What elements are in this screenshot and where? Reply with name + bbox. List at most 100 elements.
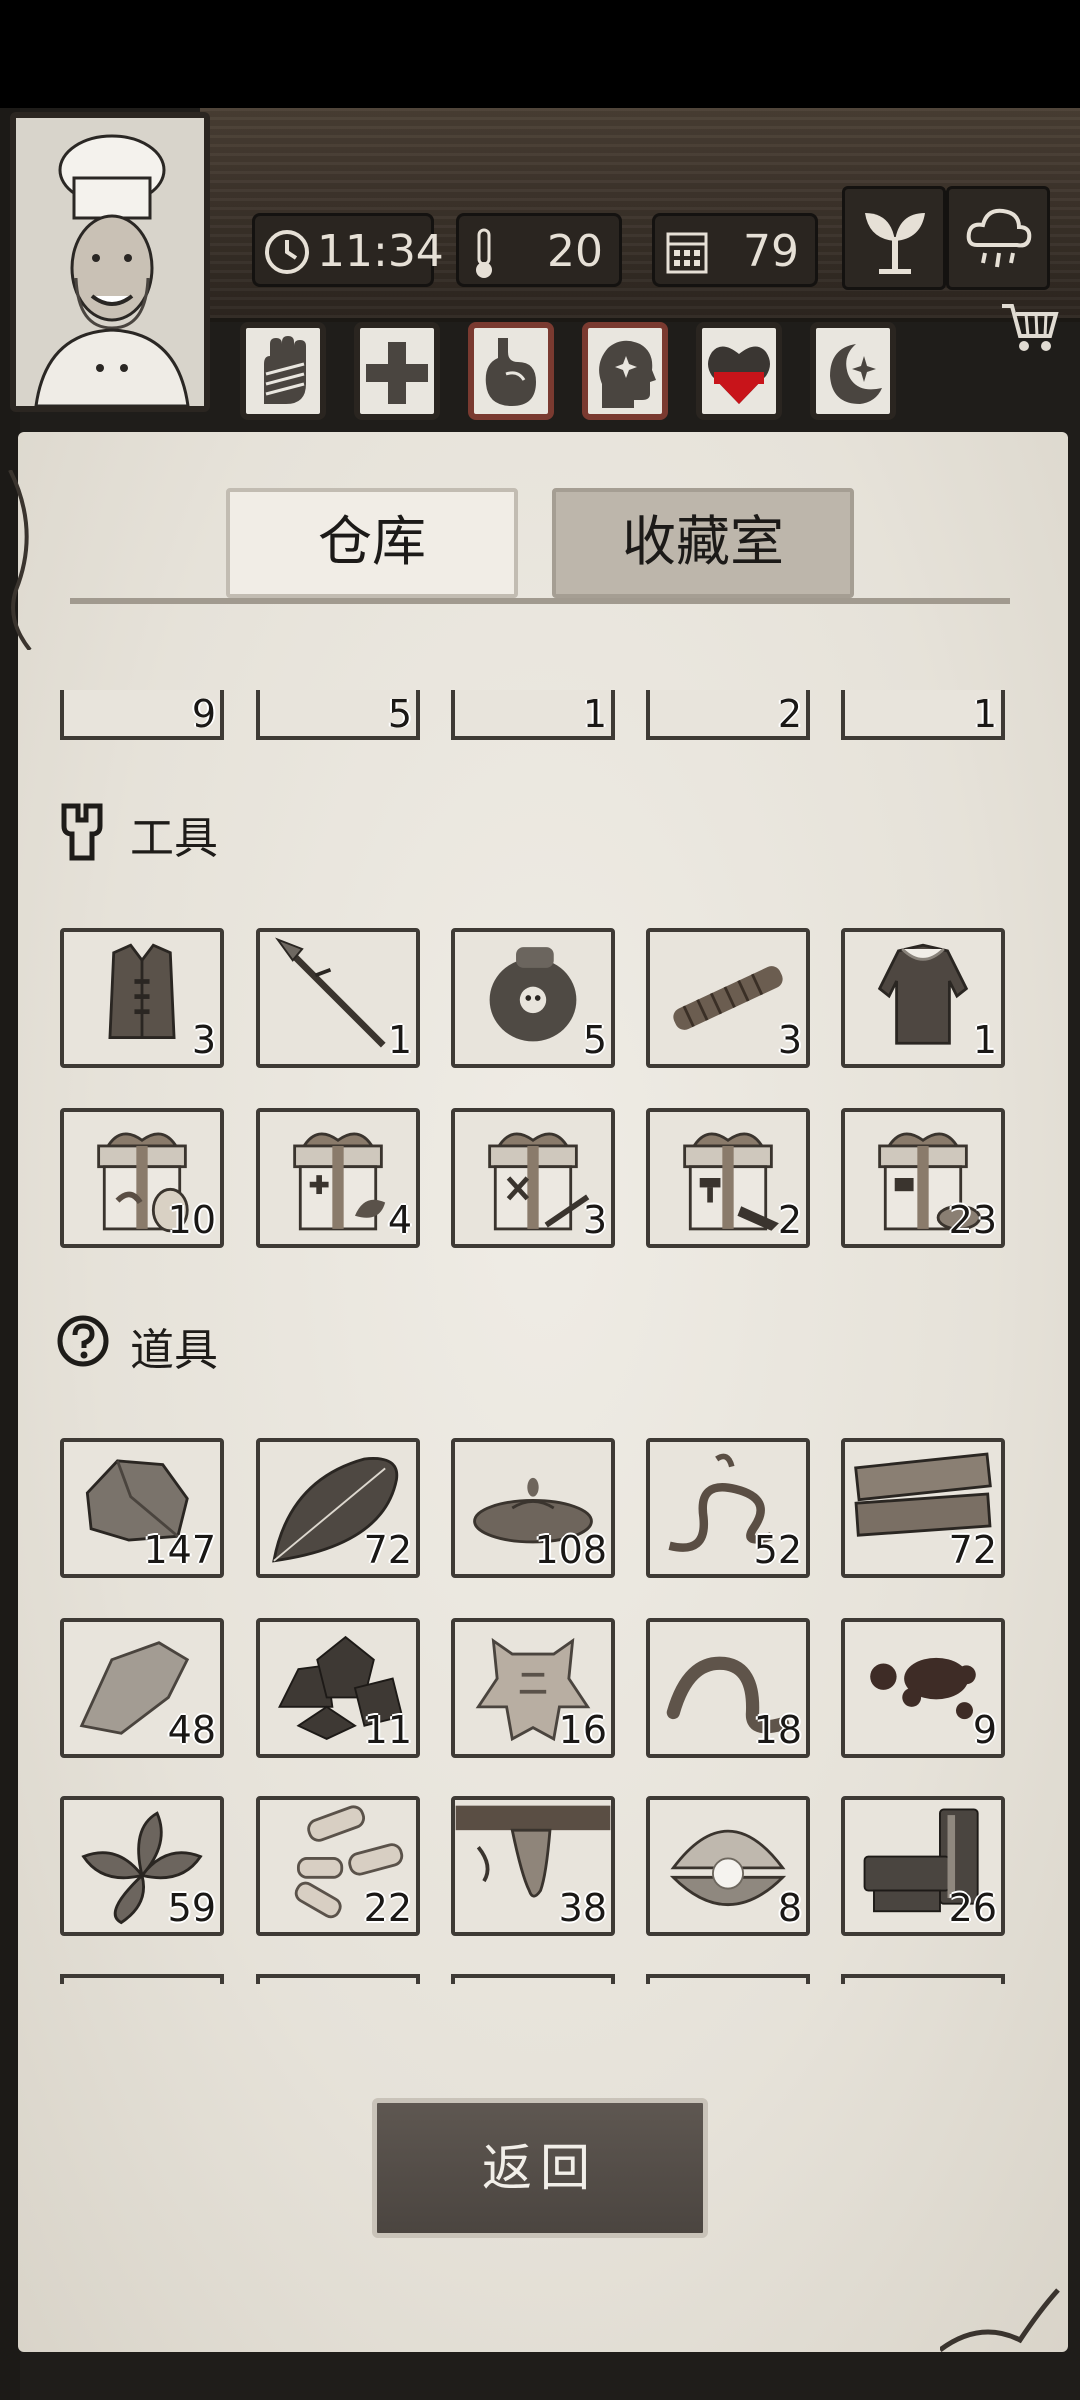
inventory-slot[interactable]: 23 [841, 1108, 1005, 1248]
inventory-slot[interactable]: 9 [841, 1618, 1005, 1758]
inventory-slot-partial[interactable]: 5 [256, 690, 420, 740]
inventory-slot[interactable]: 3 [646, 928, 810, 1068]
clock-icon [265, 230, 309, 274]
inventory-slot[interactable]: 72 [841, 1438, 1005, 1578]
tab-divider [70, 598, 1010, 604]
vine-decoration-bottom-icon [940, 2288, 1060, 2353]
inventory-slot[interactable]: 10 [60, 1108, 224, 1248]
inventory-slot[interactable]: 72 [256, 1438, 420, 1578]
system-status-bar [0, 0, 1080, 108]
inventory-slot[interactable]: 1 [841, 928, 1005, 1068]
item-count: 2 [777, 1198, 802, 1242]
vine-decoration-icon [8, 470, 32, 650]
inventory-slot[interactable]: 5 [451, 928, 615, 1068]
inventory-slot[interactable]: 3 [60, 928, 224, 1068]
heart-icon [708, 346, 770, 404]
medical-cross-icon [366, 342, 428, 404]
tab-warehouse[interactable]: 仓库 [226, 488, 518, 598]
item-count: 3 [777, 1018, 802, 1062]
inventory-slot-partial-bottom [256, 1974, 420, 1984]
bandaged-hand-icon [264, 336, 306, 404]
item-count: 3 [582, 1198, 607, 1242]
shop-cart-icon[interactable] [1000, 300, 1060, 356]
temperature-value: 20 [547, 226, 603, 277]
item-count: 9 [972, 1708, 997, 1752]
time-display: 11:34 [252, 213, 444, 287]
item-count: 52 [753, 1528, 802, 1572]
item-count: 22 [363, 1886, 412, 1930]
status-stomach[interactable] [468, 322, 554, 420]
item-count: 72 [948, 1528, 997, 1572]
inventory-slot-partial-bottom [451, 1974, 615, 1984]
item-count: 48 [167, 1708, 216, 1752]
day-display: 79 [652, 213, 818, 287]
item-count: 72 [363, 1528, 412, 1572]
section-title-tools: 工具 [130, 813, 218, 864]
day-value: 79 [743, 226, 799, 277]
chef-portrait[interactable] [10, 112, 210, 412]
wrench-icon [61, 803, 103, 861]
stomach-icon [485, 338, 536, 406]
inventory-slot[interactable]: 52 [646, 1438, 810, 1578]
inventory-slot[interactable]: 16 [451, 1618, 615, 1758]
inventory-slot[interactable]: 3 [451, 1108, 615, 1248]
item-count: 8 [777, 1886, 802, 1930]
back-button[interactable]: 返回 [372, 2098, 708, 2238]
inventory-slot[interactable]: 59 [60, 1796, 224, 1936]
item-count: 26 [948, 1886, 997, 1930]
head-sparkle-icon [599, 340, 656, 408]
item-count: 38 [558, 1886, 607, 1930]
plant-button[interactable] [842, 186, 946, 290]
item-count: 59 [167, 1886, 216, 1930]
section-title-props: 道具 [130, 1325, 218, 1376]
item-count: 10 [167, 1198, 216, 1242]
time-value: 11:34 [317, 226, 444, 277]
temperature-display: 20 [456, 213, 622, 287]
status-mind[interactable] [582, 322, 668, 420]
inventory-slot[interactable]: 1 [256, 928, 420, 1068]
item-count: 11 [363, 1708, 412, 1752]
status-sleep[interactable] [810, 322, 896, 420]
inventory-slot-partial-bottom [646, 1974, 810, 1984]
chef-avatar-icon [16, 118, 204, 406]
inventory-slot-partial-bottom [60, 1974, 224, 1984]
item-count: 147 [143, 1528, 216, 1572]
status-heart[interactable] [696, 322, 782, 420]
item-count: 4 [387, 1198, 412, 1242]
inventory-slot-partial[interactable]: 2 [646, 690, 810, 740]
inventory-slot[interactable]: 18 [646, 1618, 810, 1758]
inventory-slot[interactable]: 11 [256, 1618, 420, 1758]
inventory-slot[interactable]: 8 [646, 1796, 810, 1936]
tab-collection-room[interactable]: 收藏室 [552, 488, 854, 598]
item-count: 16 [558, 1708, 607, 1752]
item-count: 18 [753, 1708, 802, 1752]
inventory-slot[interactable]: 22 [256, 1796, 420, 1936]
inventory-slot-partial[interactable]: 9 [60, 690, 224, 740]
item-count: 23 [948, 1198, 997, 1242]
rain-cloud-icon [966, 208, 1032, 268]
status-health-cross[interactable] [354, 322, 440, 420]
inventory-slot[interactable]: 147 [60, 1438, 224, 1578]
calendar-icon [666, 232, 708, 274]
status-bandage-hand[interactable] [240, 322, 326, 420]
inventory-slot-partial[interactable]: 1 [451, 690, 615, 740]
moon-star-icon [830, 344, 882, 404]
thermometer-icon [476, 228, 492, 278]
inventory-slot[interactable]: 48 [60, 1618, 224, 1758]
item-count: 1 [972, 1018, 997, 1062]
inventory-slot[interactable]: 2 [646, 1108, 810, 1248]
item-count: 1 [387, 1018, 412, 1062]
inventory-slot[interactable]: 26 [841, 1796, 1005, 1936]
left-frame [0, 108, 20, 2400]
item-count: 3 [191, 1018, 216, 1062]
question-circle-icon [57, 1315, 109, 1367]
weather-button[interactable] [946, 186, 1050, 290]
sprout-icon [865, 213, 925, 274]
item-count: 5 [582, 1018, 607, 1062]
inventory-slot-partial[interactable]: 1 [841, 690, 1005, 740]
inventory-slot-partial-bottom [841, 1974, 1005, 1984]
inventory-slot[interactable]: 38 [451, 1796, 615, 1936]
inventory-slot[interactable]: 4 [256, 1108, 420, 1248]
item-count: 108 [534, 1528, 607, 1572]
inventory-slot[interactable]: 108 [451, 1438, 615, 1578]
